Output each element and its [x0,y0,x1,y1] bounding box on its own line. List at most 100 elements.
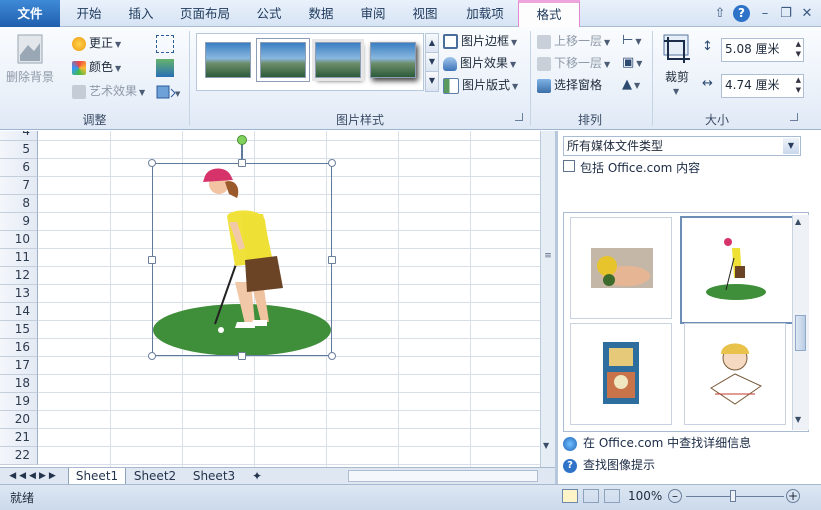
rotate-icon[interactable]: ▲ ▼ [622,77,644,93]
resize-handle-bottom-right[interactable] [328,352,336,360]
row-header[interactable]: 19 [0,393,38,411]
row-header[interactable]: 9 [0,213,38,231]
row-header[interactable]: 21 [0,429,38,447]
gallery-scroll-down[interactable]: ▼ [425,52,439,73]
tab-file[interactable]: 文件 [0,0,60,27]
row-header[interactable]: 10 [0,231,38,249]
selection-pane-button[interactable]: 选择窗格 [537,75,602,95]
restore-icon[interactable]: ❐ [778,5,794,22]
row-header[interactable]: 8 [0,195,38,213]
zoom-level[interactable]: 100% [628,489,662,503]
scroll-down-icon[interactable]: ▼ [543,441,553,451]
scroll-grip-icon[interactable]: ≡ [543,251,553,265]
media-type-dropdown[interactable]: 所有媒体文件类型 ▼ [563,136,801,156]
row-header[interactable]: 14 [0,303,38,321]
row-header[interactable]: 18 [0,375,38,393]
sheet-tab-sheet3[interactable]: Sheet3 [186,468,242,485]
zoom-slider-thumb[interactable] [730,490,736,502]
chevron-down-icon[interactable]: ▼ [783,138,799,154]
resize-handle-bottom-left[interactable] [148,352,156,360]
corrections-button[interactable]: 更正 ▼ [72,33,121,53]
tab-view[interactable]: 视图 [402,0,448,27]
find-image-tips-link[interactable]: ? 查找图像提示 [563,456,655,473]
style-thumb-2[interactable] [260,42,306,78]
selected-clipart-picture[interactable] [152,163,332,356]
row-header[interactable]: 11 [0,249,38,267]
tab-page-layout[interactable]: 页面布局 [172,0,238,27]
bring-forward-button[interactable]: 上移一层 ▼ [537,31,610,51]
rotation-handle[interactable] [237,135,247,145]
row-header[interactable]: 22 [0,447,38,465]
picture-border-button[interactable]: 图片边框 ▼ [443,31,517,51]
zoom-in-icon[interactable]: + [786,489,800,503]
normal-view-icon[interactable] [562,489,578,503]
horizontal-scrollbar[interactable] [348,470,538,482]
page-layout-view-icon[interactable] [583,489,599,503]
row-header[interactable]: 12 [0,267,38,285]
row-header[interactable]: 16 [0,339,38,357]
compress-pictures-icon[interactable] [156,35,174,53]
row-header[interactable]: 7 [0,177,38,195]
tab-review[interactable]: 审阅 [350,0,396,27]
sheet-nav-arrows-icon[interactable]: ◀◀◀▶▶ [4,468,64,485]
tab-insert[interactable]: 插入 [118,0,164,27]
row-header[interactable]: 13 [0,285,38,303]
width-spinner[interactable]: 4.74 厘米 ▲ ▼ [721,74,804,98]
dialog-launcher-icon[interactable] [515,113,523,121]
style-thumb-4[interactable] [370,42,416,78]
minimize-icon[interactable]: – [757,5,773,22]
send-backward-button[interactable]: 下移一层 ▼ [537,53,610,73]
style-thumb-3[interactable] [315,42,361,78]
clipart-results[interactable]: ▲ ▼ [563,212,809,432]
row-header[interactable]: 6 [0,159,38,177]
picture-effects-button[interactable]: 图片效果 ▼ [443,53,516,73]
resize-handle-top-left[interactable] [148,159,156,167]
picture-layout-button[interactable]: 图片版式 ▼ [443,75,518,95]
tab-addins[interactable]: 加载项 [458,0,512,27]
pin-ribbon-icon[interactable]: ⇧ [712,5,728,22]
gallery-more[interactable]: ▼ [425,71,439,92]
sheet-vertical-scrollbar[interactable]: ≡ ▼ [540,131,555,467]
resize-handle-bottom[interactable] [238,352,246,360]
reset-picture-icon[interactable]: ▼ [156,83,182,101]
results-scrollbar[interactable]: ▲ ▼ [792,215,809,430]
resize-handle-top[interactable] [238,159,246,167]
row-header[interactable]: 4 [0,131,38,141]
sheet-tab-sheet2[interactable]: Sheet2 [127,468,183,485]
color-button[interactable]: 颜色 ▼ [72,57,121,77]
resize-handle-right[interactable] [328,256,336,264]
picture-styles-gallery[interactable] [196,33,424,91]
gallery-scroll-up[interactable]: ▲ [425,33,439,54]
scroll-down-icon[interactable]: ▼ [795,415,801,424]
tab-data[interactable]: 数据 [298,0,344,27]
row-header[interactable]: 17 [0,357,38,375]
close-icon[interactable]: ✕ [799,5,815,22]
group-objects-icon[interactable]: ▣ ▼ [622,55,644,71]
row-header[interactable]: 20 [0,411,38,429]
crop-dropdown-icon[interactable]: ▼ [673,87,679,96]
tab-home[interactable]: 开始 [66,0,112,27]
style-thumb-1[interactable] [205,42,251,78]
remove-background-button[interactable]: 删除背景 [6,67,54,87]
height-spinner[interactable]: 5.08 厘米 ▲ ▼ [721,38,804,62]
office-more-info-link[interactable]: 在 Office.com 中查找详细信息 [563,434,751,451]
artistic-effects-button[interactable]: 艺术效果 ▼ [72,81,145,101]
scroll-up-icon[interactable]: ▲ [795,217,801,226]
scroll-thumb[interactable] [795,315,806,351]
include-office-checkbox[interactable] [563,160,575,172]
zoom-out-icon[interactable]: – [668,489,682,503]
crop-button[interactable]: 裁剪 [665,67,689,87]
help-icon[interactable]: ? [733,5,750,22]
clipart-result-hands-flower[interactable] [570,217,672,319]
spinner-arrows-icon[interactable]: ▲ ▼ [796,75,801,95]
clipart-result-golfer[interactable] [680,216,794,324]
clipart-result-abstract-art[interactable] [570,323,672,425]
dialog-launcher-icon[interactable] [790,113,798,121]
tab-formulas[interactable]: 公式 [246,0,292,27]
change-picture-icon[interactable] [156,59,174,77]
row-header[interactable]: 15 [0,321,38,339]
align-icon[interactable]: ⊢ ▼ [622,33,644,49]
insert-sheet-icon[interactable]: ✦ [247,468,267,485]
spinner-arrows-icon[interactable]: ▲ ▼ [796,39,801,59]
row-header[interactable]: 5 [0,141,38,159]
